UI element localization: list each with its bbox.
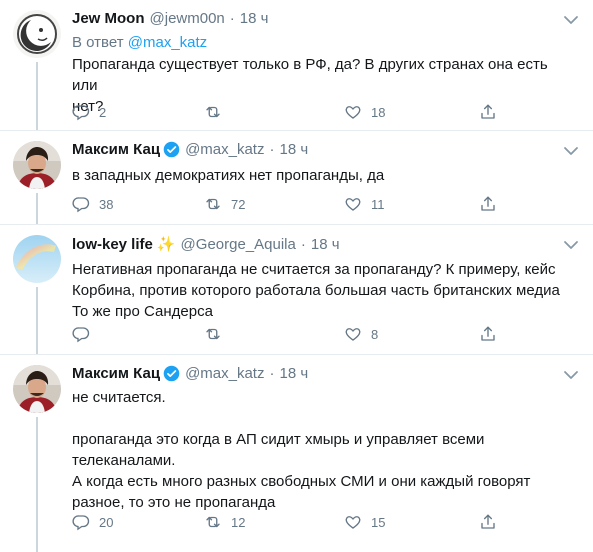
tweet-header: low-key life ✨ @George_Aquila · 18 ч xyxy=(72,235,340,254)
like-icon xyxy=(344,513,362,531)
retweet-icon xyxy=(204,325,222,343)
tweet[interactable]: Максим Кац @max_katz · 18 ч не считается… xyxy=(0,355,593,552)
tweet-header: Максим Кац @max_katz · 18 ч xyxy=(72,365,308,382)
tweet-text: не считается. пропаганда это когда в АП … xyxy=(72,389,531,511)
like-button[interactable]: 8 xyxy=(344,325,378,343)
reply-button[interactable]: 38 xyxy=(72,195,113,213)
share-button[interactable] xyxy=(479,325,497,343)
share-button[interactable] xyxy=(479,513,497,531)
reply-context: В ответ @max_katz xyxy=(72,34,207,51)
retweet-count: 72 xyxy=(231,196,246,212)
chevron-down-icon[interactable] xyxy=(563,370,579,380)
chevron-down-icon[interactable] xyxy=(563,240,579,250)
share-icon xyxy=(479,195,497,213)
reply-icon xyxy=(72,325,90,343)
thread-connector xyxy=(36,62,38,130)
reply-button[interactable]: 20 xyxy=(72,513,113,531)
retweet-count: 12 xyxy=(231,514,246,530)
display-name[interactable]: Максим Кац xyxy=(72,141,160,158)
verified-badge-icon xyxy=(163,365,180,382)
reply-button[interactable]: 2 xyxy=(72,103,106,121)
tweet-header: Максим Кац @max_katz · 18 ч xyxy=(72,141,308,158)
tweet-actions: 20 12 15 xyxy=(72,513,502,535)
like-button[interactable]: 18 xyxy=(344,103,385,121)
separator-dot: · xyxy=(300,235,306,253)
like-count: 15 xyxy=(371,514,386,530)
reply-count: 20 xyxy=(99,514,114,530)
retweet-button[interactable]: 12 xyxy=(204,513,245,531)
retweet-icon xyxy=(204,103,222,121)
display-name[interactable]: Jew Moon xyxy=(72,10,145,27)
separator-dot: · xyxy=(269,365,275,382)
thread-connector xyxy=(36,417,38,552)
like-count: 8 xyxy=(371,326,379,342)
retweet-button[interactable] xyxy=(204,325,231,343)
share-icon xyxy=(479,103,497,121)
tweet-text: Негативная пропаганда не считается за пр… xyxy=(72,261,560,320)
user-handle[interactable]: @max_katz xyxy=(185,141,264,158)
mention-link[interactable]: @max_katz xyxy=(128,34,207,51)
thread-connector xyxy=(36,287,38,354)
share-icon xyxy=(479,325,497,343)
tweet-text: в западных демократиях нет пропаганды, д… xyxy=(72,167,385,184)
like-count: 18 xyxy=(371,104,386,120)
avatar[interactable] xyxy=(13,10,61,58)
like-icon xyxy=(344,103,362,121)
like-icon xyxy=(344,195,362,213)
reply-button[interactable] xyxy=(72,325,99,343)
display-name[interactable]: Максим Кац xyxy=(72,365,160,382)
chevron-down-icon[interactable] xyxy=(563,146,579,156)
like-button[interactable]: 15 xyxy=(344,513,385,531)
retweet-icon xyxy=(204,195,222,213)
tweet-time[interactable]: 18 ч xyxy=(279,365,308,382)
reply-icon xyxy=(72,195,90,213)
user-handle[interactable]: @max_katz xyxy=(185,365,264,382)
tweet-time[interactable]: 18 ч xyxy=(311,236,340,253)
retweet-icon xyxy=(204,513,222,531)
reply-icon xyxy=(72,103,90,121)
avatar[interactable] xyxy=(13,235,61,283)
tweet-header: Jew Moon @jewm00n · 18 ч xyxy=(72,10,268,27)
sparkles-emoji: ✨ xyxy=(156,236,176,253)
separator-dot: · xyxy=(269,141,275,158)
tweet-time[interactable]: 18 ч xyxy=(279,141,308,158)
share-button[interactable] xyxy=(479,195,497,213)
retweet-button[interactable] xyxy=(204,103,231,121)
tweet[interactable]: Максим Кац @max_katz · 18 ч в западных д… xyxy=(0,131,593,224)
tweet[interactable]: Jew Moon @jewm00n · 18 ч В ответ @max_ka… xyxy=(0,0,593,130)
retweet-button[interactable]: 72 xyxy=(204,195,245,213)
like-count: 11 xyxy=(371,196,385,212)
reply-count: 2 xyxy=(99,104,107,120)
share-button[interactable] xyxy=(479,103,497,121)
reply-prefix: В ответ xyxy=(72,34,124,51)
tweet-actions: 38 72 11 xyxy=(72,195,502,217)
reply-icon xyxy=(72,513,90,531)
tweet[interactable]: low-key life ✨ @George_Aquila · 18 ч Нег… xyxy=(0,225,593,354)
like-icon xyxy=(344,325,362,343)
avatar[interactable] xyxy=(13,141,61,189)
separator-dot: · xyxy=(229,10,235,27)
share-icon xyxy=(479,513,497,531)
thread-connector xyxy=(36,193,38,224)
tweet-actions: 8 xyxy=(72,325,502,347)
avatar[interactable] xyxy=(13,365,61,413)
tweet-thread: Jew Moon @jewm00n · 18 ч В ответ @max_ka… xyxy=(0,0,593,552)
tweet-time[interactable]: 18 ч xyxy=(240,10,269,27)
reply-count: 38 xyxy=(99,196,114,212)
chevron-down-icon[interactable] xyxy=(563,15,579,25)
like-button[interactable]: 11 xyxy=(344,195,385,213)
verified-badge-icon xyxy=(163,141,180,158)
user-handle[interactable]: @jewm00n xyxy=(150,10,225,27)
tweet-actions: 2 18 xyxy=(72,103,502,125)
user-handle[interactable]: @George_Aquila xyxy=(181,236,296,253)
display-name[interactable]: low-key life xyxy=(72,236,153,253)
